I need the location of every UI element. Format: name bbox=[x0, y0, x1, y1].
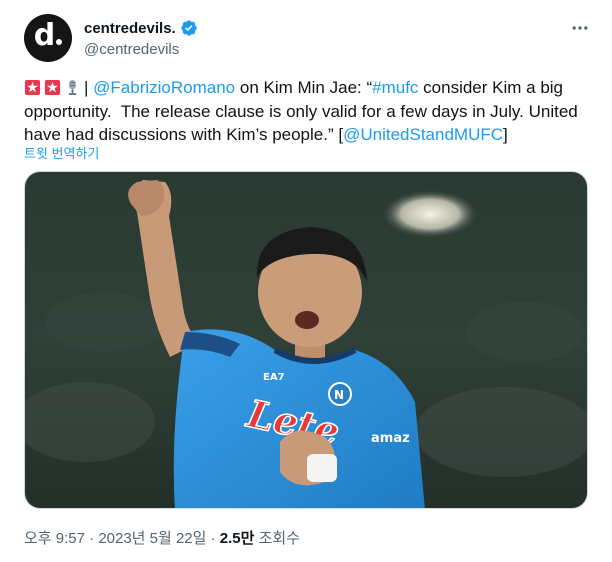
display-name-row[interactable]: centredevils. bbox=[84, 18, 198, 38]
views-count: 2.5만 bbox=[219, 530, 255, 547]
microphone-emoji-icon bbox=[68, 79, 77, 96]
svg-text:N: N bbox=[334, 388, 344, 402]
avatar[interactable]: d bbox=[24, 14, 72, 62]
tweet-media-photo[interactable]: N Lete EA7 amaz bbox=[24, 171, 588, 509]
more-options-button[interactable] bbox=[568, 16, 592, 40]
user-handle[interactable]: @centredevils bbox=[84, 41, 198, 58]
tweet-header: d centredevils. @centredevils bbox=[24, 14, 596, 62]
user-names: centredevils. @centredevils bbox=[84, 18, 198, 58]
separator: | bbox=[84, 78, 89, 97]
tweet-footer: 오후 9:57 · 2023년 5월 22일 · 2.5만 조회수 bbox=[24, 527, 300, 548]
tweet-text-part: ] bbox=[503, 125, 508, 144]
mention-link[interactable]: @FabrizioRomano bbox=[93, 78, 235, 97]
verified-badge-icon bbox=[181, 20, 197, 36]
sleeve-text: EA7 bbox=[263, 372, 285, 383]
tweet-text-part: on Kim Min Jae: “ bbox=[235, 78, 373, 97]
avatar-letter: d bbox=[34, 21, 62, 51]
siren-emoji-icon bbox=[44, 79, 61, 96]
footer-dot: · bbox=[210, 530, 216, 547]
tweet-text: | @FabrizioRomano on Kim Min Jae: “#mufc… bbox=[24, 76, 594, 147]
display-name[interactable]: centredevils. bbox=[84, 20, 176, 37]
translate-tweet-link[interactable]: 트윗 번역하기 bbox=[24, 143, 99, 162]
views-label: 조회수 bbox=[258, 530, 301, 547]
mention-link[interactable]: @UnitedStandMUFC bbox=[343, 125, 503, 144]
tweet-time[interactable]: 오후 9:57 bbox=[24, 530, 85, 547]
more-options-icon bbox=[572, 26, 588, 30]
tweet-date[interactable]: 2023년 5월 22일 bbox=[98, 530, 206, 547]
hashtag-link[interactable]: #mufc bbox=[372, 78, 418, 97]
brand-text: amaz bbox=[371, 431, 410, 446]
footer-dot: · bbox=[89, 530, 95, 547]
siren-emoji-icon bbox=[24, 79, 41, 96]
player-photo: N Lete EA7 amaz bbox=[25, 172, 587, 508]
